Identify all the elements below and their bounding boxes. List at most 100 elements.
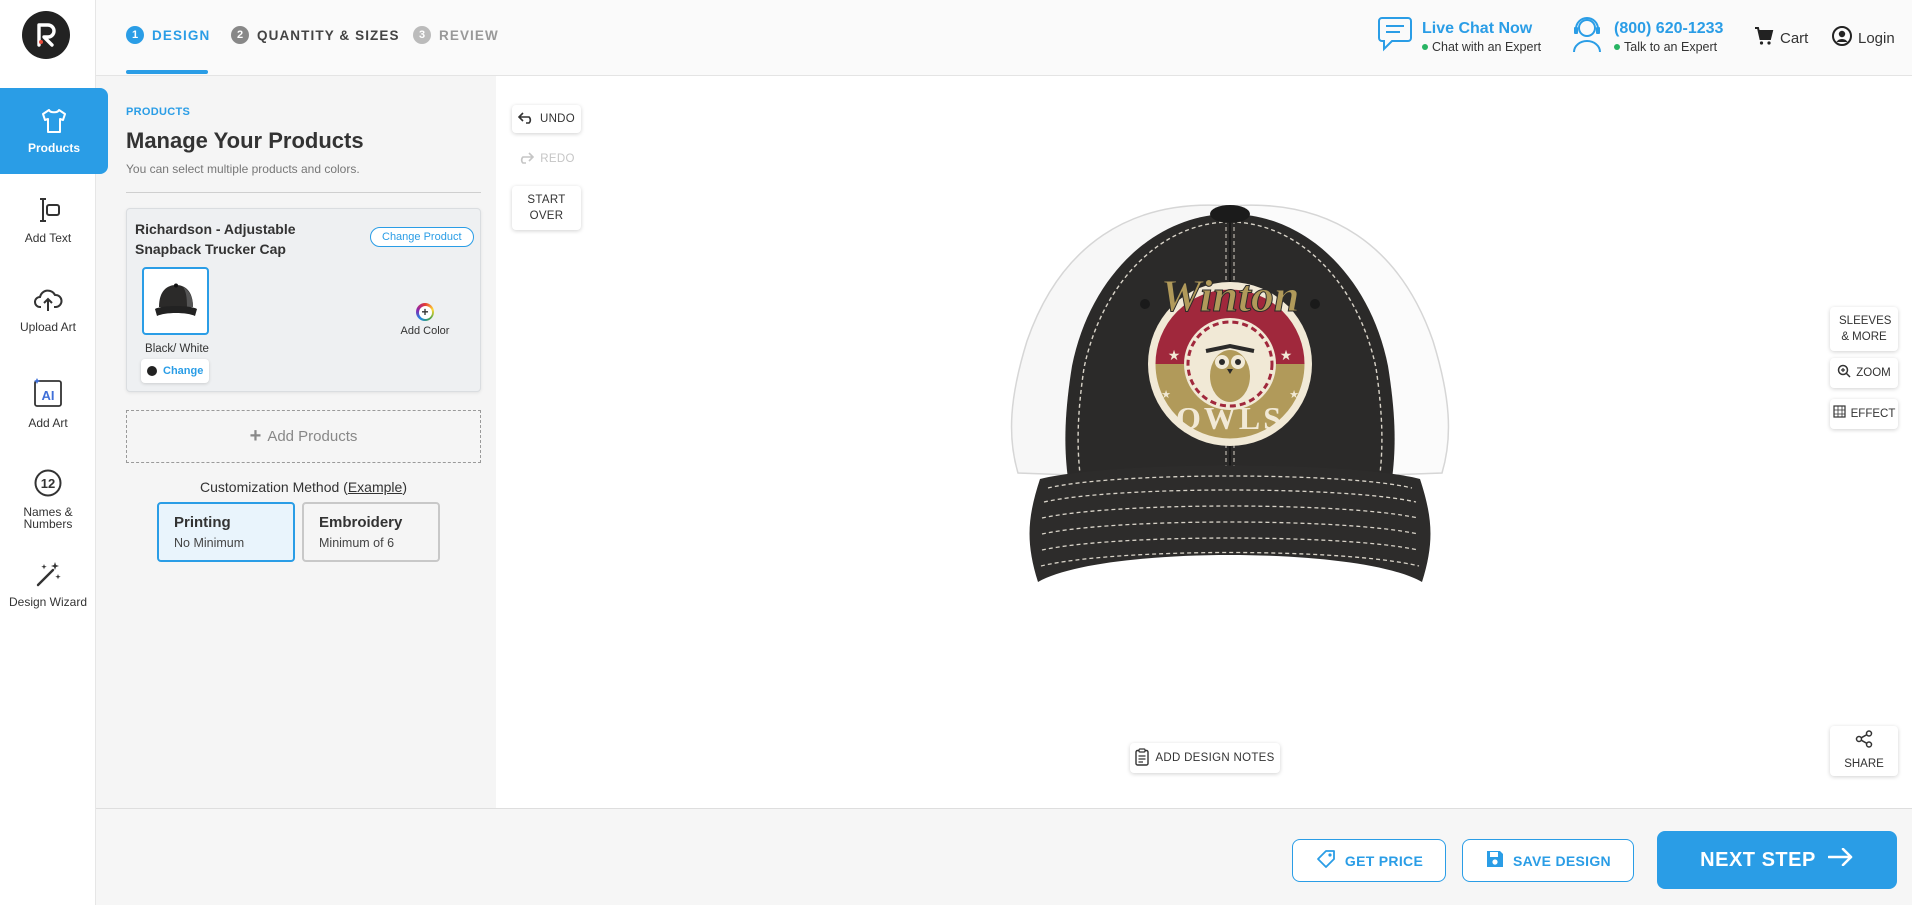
save-design-label: SAVE DESIGN — [1513, 852, 1611, 869]
add-design-notes-button[interactable]: ADD DESIGN NOTES — [1130, 743, 1280, 773]
redo-icon — [518, 151, 535, 167]
svg-text:12: 12 — [41, 476, 55, 491]
method-title: Embroidery — [319, 514, 403, 531]
undo-label: UNDO — [539, 113, 576, 125]
method-subtitle: No Minimum — [174, 536, 245, 550]
step-quantity-sizes[interactable]: 2 QUANTITY & SIZES — [231, 26, 400, 44]
bottom-action-bar: GET PRICE SAVE DESIGN NEXT STEP — [96, 808, 1912, 905]
zoom-button[interactable]: ZOOM — [1830, 358, 1898, 388]
change-color-button[interactable]: Change — [141, 359, 209, 383]
rail-item-upload-art[interactable]: Upload Art — [0, 280, 96, 340]
svg-text:★: ★ — [1280, 347, 1293, 363]
next-step-label: NEXT STEP — [1700, 848, 1816, 871]
phone-link[interactable]: (800) 620-1233 Talk to an Expert — [1568, 14, 1723, 59]
customization-close: ) — [402, 479, 407, 495]
color-wheel-plus-icon: + — [416, 303, 434, 321]
method-printing-option[interactable]: Printing No Minimum — [157, 502, 295, 562]
method-title: Printing — [174, 514, 231, 531]
live-chat-link[interactable]: Live Chat Now Chat with an Expert — [1376, 14, 1541, 59]
products-panel: PRODUCTS Manage Your Products You can se… — [96, 76, 496, 808]
rail-item-add-text[interactable]: Add Text — [0, 190, 96, 250]
effect-grid-icon — [1833, 405, 1846, 423]
cap-thumbnail-icon — [154, 283, 197, 316]
rail-label: Upload Art — [19, 320, 77, 334]
top-header: 1 DESIGN 2 QUANTITY & SIZES 3 REVIEW Liv… — [96, 0, 1912, 76]
rail-item-names-numbers[interactable]: 12 Names & Numbers — [0, 460, 96, 530]
phone-number: (800) 620-1233 — [1614, 19, 1724, 37]
active-step-indicator — [126, 70, 208, 74]
share-button[interactable]: SHARE — [1830, 726, 1898, 776]
change-product-button[interactable]: Change Product — [370, 227, 474, 247]
panel-eyebrow: PRODUCTS — [126, 106, 191, 118]
live-chat-title: Live Chat Now — [1422, 19, 1533, 37]
share-icon — [1855, 730, 1873, 753]
method-subtitle: Minimum of 6 — [319, 536, 395, 550]
step-review[interactable]: 3 REVIEW — [413, 26, 499, 44]
cart-link[interactable]: Cart — [1754, 26, 1808, 50]
start-over-label: START OVER — [527, 194, 566, 222]
next-step-button[interactable]: NEXT STEP — [1657, 831, 1897, 889]
change-color-label: Change — [163, 365, 204, 377]
start-over-button[interactable]: START OVER — [512, 186, 581, 230]
example-link[interactable]: Example — [348, 479, 402, 495]
add-color-button[interactable]: + Add Color — [395, 303, 455, 337]
brand-logo[interactable] — [22, 11, 70, 59]
add-products-button[interactable]: + Add Products — [126, 410, 481, 463]
logo-top-text: Winton — [1161, 270, 1300, 321]
left-tool-rail: Products Add Text Upload Art AI Add Art … — [0, 0, 108, 905]
cart-label: Cart — [1780, 29, 1809, 47]
step-design[interactable]: 1 DESIGN — [126, 26, 210, 44]
svg-text:★: ★ — [1168, 347, 1181, 363]
design-logo[interactable]: ★ ★ ★ ★ Winton OWLS — [1148, 270, 1312, 446]
cart-icon — [1754, 26, 1774, 50]
rail-label: Design Wizard — [8, 595, 88, 609]
method-embroidery-option[interactable]: Embroidery Minimum of 6 — [302, 502, 440, 562]
magic-wand-icon — [34, 560, 62, 590]
get-price-label: GET PRICE — [1344, 852, 1424, 869]
divider — [126, 192, 481, 193]
svg-text:AI: AI — [42, 388, 55, 403]
add-products-label: Add Products — [267, 428, 358, 445]
number-badge-icon: 12 — [33, 456, 63, 500]
svg-text:★: ★ — [1161, 389, 1171, 401]
rail-item-design-wizard[interactable]: Design Wizard — [0, 554, 96, 614]
user-circle-icon — [1832, 26, 1852, 50]
customization-method-label: Customization Method (Example) — [126, 479, 481, 495]
redo-button[interactable]: REDO — [512, 145, 581, 173]
price-tag-icon — [1315, 848, 1337, 873]
get-price-button[interactable]: GET PRICE — [1292, 839, 1446, 882]
share-label: SHARE — [1844, 758, 1884, 770]
plus-icon: + — [249, 425, 262, 447]
color-swatch-thumbnail[interactable] — [142, 267, 209, 335]
online-dot — [1614, 43, 1620, 50]
undo-icon — [517, 111, 534, 127]
online-dot — [1422, 43, 1428, 50]
effect-button[interactable]: EFFECT — [1830, 399, 1898, 429]
cloud-upload-icon — [33, 287, 63, 315]
rail-item-add-art[interactable]: AI Add Art — [0, 370, 96, 436]
step-label: REVIEW — [439, 27, 499, 43]
color-name: Black/ White — [145, 343, 209, 355]
step-number: 2 — [231, 26, 249, 44]
text-cursor-icon — [34, 196, 62, 226]
live-chat-subtitle: Chat with an Expert — [1432, 39, 1542, 54]
rail-label: Add Text — [24, 231, 72, 245]
undo-button[interactable]: UNDO — [512, 105, 581, 133]
save-design-button[interactable]: SAVE DESIGN — [1462, 839, 1634, 882]
rail-item-products[interactable]: Products — [0, 88, 108, 174]
sleeves-more-button[interactable]: SLEEVES & MORE — [1830, 307, 1898, 351]
cap-preview-image: ★ ★ ★ ★ Winton OWLS — [1010, 204, 1450, 582]
chat-bubble-icon — [1376, 14, 1414, 59]
floppy-disk-icon — [1485, 849, 1505, 872]
redo-label: REDO — [540, 153, 575, 165]
login-link[interactable]: Login — [1832, 26, 1895, 50]
step-label: DESIGN — [152, 27, 211, 43]
step-label: QUANTITY & SIZES — [257, 27, 400, 43]
color-dot — [147, 366, 157, 376]
logo-mark-icon — [37, 23, 56, 47]
design-canvas[interactable]: UNDO REDO START OVER ★ ★ ★ ★ Winton OWLS… — [496, 76, 1912, 808]
sleeves-label: SLEEVES & MORE — [1839, 315, 1892, 343]
svg-text:★: ★ — [1289, 389, 1299, 401]
add-color-label: Add Color — [400, 325, 450, 337]
rail-label: Add Art — [28, 416, 68, 430]
